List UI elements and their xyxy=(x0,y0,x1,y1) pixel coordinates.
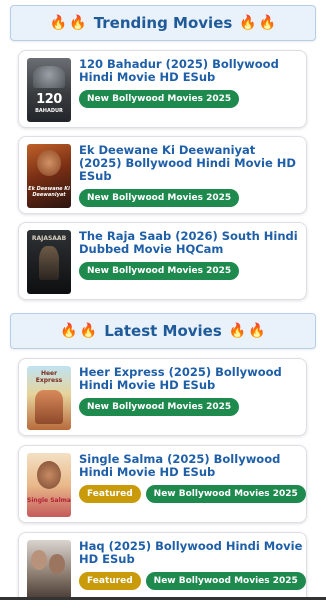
poster-number: 120 xyxy=(36,92,62,107)
movie-title-link[interactable]: Heer Express (2025) Bollywood Hindi Movi… xyxy=(79,366,298,392)
fire-icon: 🔥 xyxy=(60,323,78,339)
category-badge[interactable]: New Bollywood Movies 2025 xyxy=(145,485,306,503)
movie-poster[interactable] xyxy=(27,540,71,600)
fire-icon: 🔥 xyxy=(79,323,98,339)
category-badge[interactable]: New Bollywood Movies 2025 xyxy=(79,189,240,207)
latest-header: 🔥 🔥 Latest Movies 🔥 🔥 xyxy=(10,313,316,349)
movie-title-link[interactable]: Single Salma (2025) Bollywood Hindi Movi… xyxy=(79,453,306,479)
fire-icon: 🔥 xyxy=(239,15,257,31)
fire-icon: 🔥 xyxy=(228,323,247,339)
movie-card[interactable]: Heer Express Heer Express (2025) Bollywo… xyxy=(18,358,307,436)
poster-title: RAJASAAB xyxy=(31,235,67,242)
movie-card[interactable]: Ek Deewane Ki Deewaniyat Ek Deewane Ki D… xyxy=(18,136,307,214)
movie-poster[interactable]: Single Salma xyxy=(27,453,71,517)
movie-poster[interactable]: RAJASAAB xyxy=(27,230,71,294)
movie-poster[interactable]: Heer Express xyxy=(27,366,71,430)
latest-title: Latest Movies xyxy=(104,322,222,340)
movie-card[interactable]: Haq (2025) Bollywood Hindi Movie HD ESub… xyxy=(18,532,307,600)
poster-title: Ek Deewane Ki Deewaniyat xyxy=(28,186,70,198)
poster-title: Single Salma xyxy=(27,497,71,504)
category-badge[interactable]: New Bollywood Movies 2025 xyxy=(79,262,240,280)
movie-poster[interactable]: Ek Deewane Ki Deewaniyat xyxy=(27,144,71,208)
movie-card[interactable]: RAJASAAB The Raja Saab (2026) South Hind… xyxy=(18,222,307,300)
category-badge[interactable]: New Bollywood Movies 2025 xyxy=(145,572,306,590)
movie-card[interactable]: Single Salma Single Salma (2025) Bollywo… xyxy=(18,445,307,523)
movie-title-link[interactable]: The Raja Saab (2026) South Hindi Dubbed … xyxy=(79,230,298,256)
movie-title-link[interactable]: Ek Deewane Ki Deewaniyat (2025) Bollywoo… xyxy=(79,144,298,183)
movie-poster[interactable]: 120 BAHADUR xyxy=(27,58,71,122)
featured-badge[interactable]: Featured xyxy=(79,485,141,503)
trending-header: 🔥 🔥 Trending Movies 🔥 🔥 xyxy=(10,5,316,41)
category-badge[interactable]: New Bollywood Movies 2025 xyxy=(79,398,240,416)
poster-title: Heer Express xyxy=(35,370,63,384)
trending-title: Trending Movies xyxy=(93,14,233,32)
fire-icon: 🔥 xyxy=(258,15,277,31)
movie-title-link[interactable]: Haq (2025) Bollywood Hindi Movie HD ESub xyxy=(79,540,306,566)
featured-badge[interactable]: Featured xyxy=(79,572,141,590)
category-badge[interactable]: New Bollywood Movies 2025 xyxy=(79,90,240,108)
fire-icon: 🔥 xyxy=(49,15,68,31)
movie-card[interactable]: 120 BAHADUR 120 Bahadur (2025) Bollywood… xyxy=(18,50,307,128)
fire-icon: 🔥 xyxy=(248,323,266,339)
movie-title-link[interactable]: 120 Bahadur (2025) Bollywood Hindi Movie… xyxy=(79,58,298,84)
fire-icon: 🔥 xyxy=(69,15,87,31)
poster-subtitle: BAHADUR xyxy=(35,108,63,114)
